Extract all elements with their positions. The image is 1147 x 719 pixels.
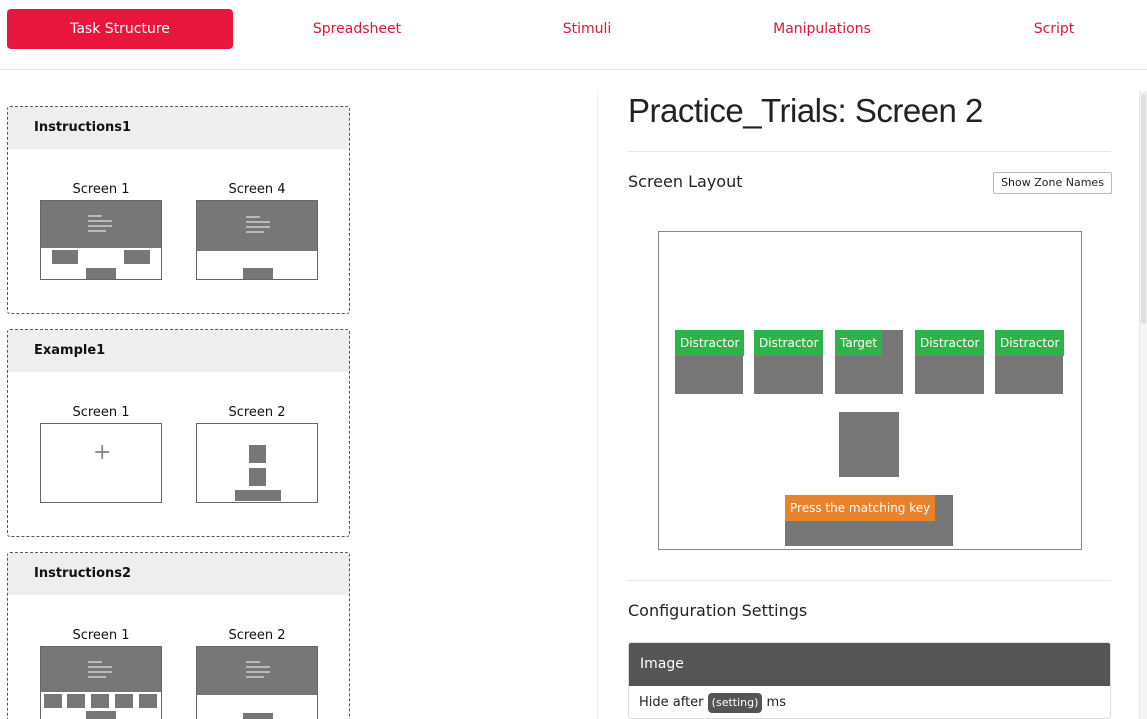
screen-thumbnail[interactable] [40, 646, 162, 719]
thumb-zone [52, 250, 78, 264]
section-title-configuration: Configuration Settings [628, 601, 808, 620]
thumb-zone [124, 250, 150, 264]
zone-name-label: Target [835, 330, 883, 356]
zone-response[interactable]: Press the matching key [785, 495, 953, 546]
tab-manipulations[interactable]: Manipulations [709, 9, 935, 49]
thumb-zone [67, 694, 85, 708]
text-lines-icon [246, 216, 270, 236]
tab-script[interactable]: Script [941, 9, 1147, 49]
zone-distractor[interactable]: Distractor [915, 330, 985, 394]
screen-thumbnail[interactable] [40, 200, 162, 280]
zone-target[interactable]: Target [835, 330, 903, 394]
thumb-zone [91, 694, 109, 708]
screen-label: Screen 1 [72, 405, 130, 420]
zone-name-label: Distractor [915, 330, 985, 356]
zone-distractor[interactable]: Distractor [675, 330, 745, 394]
thumb-zone [44, 694, 62, 708]
thumb-zone [86, 268, 116, 279]
config-row-label: Hide after [639, 695, 704, 710]
thumb-zone [115, 694, 133, 708]
task-block-title: Example1 [8, 330, 349, 372]
zone-name-label: Press the matching key [785, 495, 936, 521]
setting-pill[interactable]: (setting) [707, 692, 763, 713]
thumb-zone [243, 713, 273, 719]
configuration-panel: Image Hide after (setting) ms [628, 642, 1111, 719]
scrollbar-thumb[interactable] [1141, 94, 1146, 324]
zone-distractor[interactable]: Distractor [995, 330, 1065, 394]
thumb-zone [243, 268, 273, 279]
section-title-screen-layout: Screen Layout [628, 172, 743, 191]
tab-stimuli[interactable]: Stimuli [474, 9, 700, 49]
screen-thumbnail[interactable] [196, 200, 318, 280]
config-panel-title[interactable]: Image [629, 643, 1110, 686]
screen-label: Screen 1 [72, 182, 130, 197]
screen-thumbnail[interactable] [196, 646, 318, 719]
zone-image[interactable] [839, 412, 899, 477]
screen-label: Screen 1 [72, 628, 130, 643]
text-lines-icon [246, 661, 270, 681]
divider [628, 580, 1111, 581]
config-row-hide-after: Hide after (setting) ms [629, 686, 1110, 718]
thumb-zone [249, 468, 266, 486]
show-zone-names-button[interactable]: Show Zone Names [993, 172, 1112, 194]
screen-label: Screen 2 [228, 405, 286, 420]
text-lines-icon [88, 215, 112, 235]
screen-label: Screen 4 [228, 182, 286, 197]
zone-name-label: Distractor [995, 330, 1065, 356]
top-navigation: Task Structure Spreadsheet Stimuli Manip… [0, 0, 1147, 70]
config-row-unit: ms [766, 695, 786, 710]
screen-label: Screen 2 [228, 628, 286, 643]
tab-task-structure[interactable]: Task Structure [7, 9, 233, 49]
text-lines-icon [88, 661, 112, 681]
zone-name-label: Distractor [675, 330, 745, 356]
screen-thumbnail[interactable]: + [40, 423, 162, 503]
task-block-title: Instructions2 [8, 553, 349, 595]
thumb-zone [86, 711, 116, 719]
zone-name-label: Distractor [754, 330, 824, 356]
task-block-title: Instructions1 [8, 107, 349, 149]
tab-spreadsheet[interactable]: Spreadsheet [244, 9, 470, 49]
divider [628, 151, 1111, 152]
thumb-zone [235, 490, 281, 501]
page-title: Practice_Trials: Screen 2 [628, 92, 983, 129]
thumb-zone [139, 694, 157, 708]
zone-distractor[interactable]: Distractor [754, 330, 824, 394]
thumb-zone [249, 445, 266, 463]
fixation-cross-icon: + [93, 440, 112, 465]
screen-thumbnail[interactable] [196, 423, 318, 503]
